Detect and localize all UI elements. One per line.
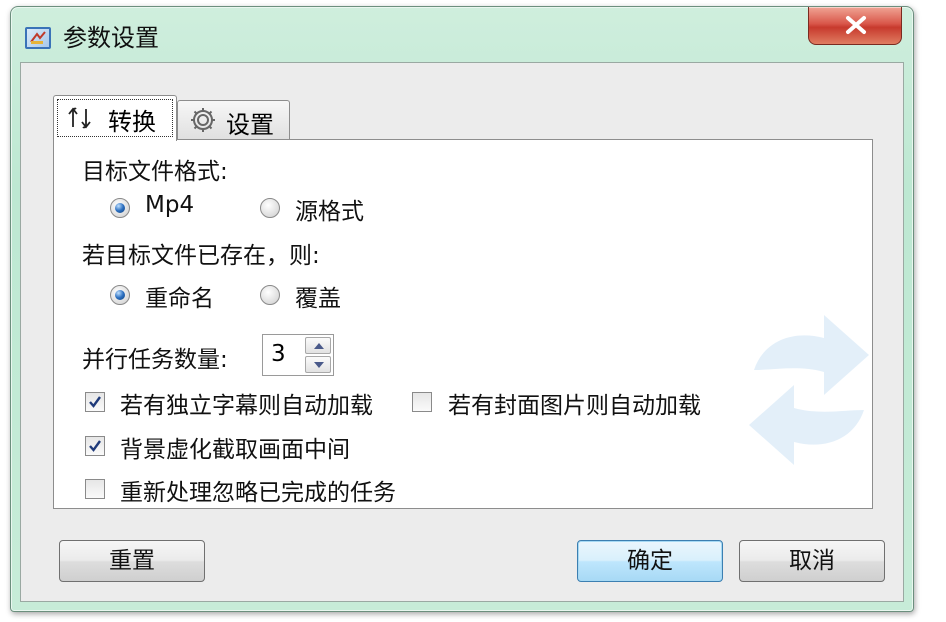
checkmark-icon [89,396,101,408]
checkbox-reprocess-skip-completed[interactable] [85,479,105,499]
swap-arrows-icon [64,105,98,137]
parallel-tasks-spinbox[interactable]: 3 [262,334,334,376]
radio-rename-label[interactable]: 重命名 [145,279,214,313]
checkbox-auto-load-cover[interactable] [412,392,432,412]
radio-mp4[interactable] [110,198,130,218]
checkbox-background-blur[interactable] [85,436,105,456]
checkbox-reprocess-skip-completed-label[interactable]: 重新处理忽略已完成的任务 [120,473,396,507]
parallel-tasks-value[interactable]: 3 [271,341,286,367]
app-icon [25,27,51,49]
checkbox-auto-load-subtitles-label[interactable]: 若有独立字幕则自动加载 [120,386,373,420]
parallel-tasks-label: 并行任务数量: [82,347,228,373]
reset-button[interactable]: 重置 [59,540,205,582]
radio-rename[interactable] [110,285,130,305]
if-exists-label: 若目标文件已存在，则: [82,243,320,269]
radio-mp4-label[interactable]: Mp4 [145,192,194,218]
gear-icon [188,105,218,141]
radio-overwrite-label[interactable]: 覆盖 [295,279,341,313]
close-button[interactable] [808,7,902,45]
dialog-window: 参数设置 设置 转换 目标文件格式: Mp4 源格式 若目标文件已存在，则: 重… [10,6,914,612]
ok-button[interactable]: 确定 [577,540,723,582]
checkbox-auto-load-cover-label[interactable]: 若有封面图片则自动加载 [448,386,701,420]
spin-down-button[interactable] [305,356,331,373]
close-icon [846,16,866,34]
spin-up-button[interactable] [305,337,331,354]
checkmark-icon [89,440,101,452]
spin-arrows [305,337,331,373]
target-format-label: 目标文件格式: [82,159,228,185]
tab-settings-label: 设置 [226,111,274,139]
tab-convert[interactable]: 转换 [53,95,177,141]
refresh-watermark-icon [749,315,869,465]
chevron-up-icon [314,343,324,349]
radio-overwrite[interactable] [260,285,280,305]
checkbox-auto-load-subtitles[interactable] [85,392,105,412]
tab-settings[interactable]: 设置 [177,100,290,139]
radio-source-format[interactable] [260,198,280,218]
window-title: 参数设置 [63,24,159,52]
cancel-button[interactable]: 取消 [739,540,885,582]
chevron-down-icon [314,362,324,368]
checkbox-background-blur-label[interactable]: 背景虚化截取画面中间 [120,430,350,464]
tab-convert-label: 转换 [108,108,156,136]
dialog-client-area: 设置 转换 目标文件格式: Mp4 源格式 若目标文件已存在，则: 重命名 覆盖… [20,62,904,602]
convert-panel: 目标文件格式: Mp4 源格式 若目标文件已存在，则: 重命名 覆盖 并行任务数… [53,139,873,509]
radio-source-format-label[interactable]: 源格式 [295,192,364,226]
